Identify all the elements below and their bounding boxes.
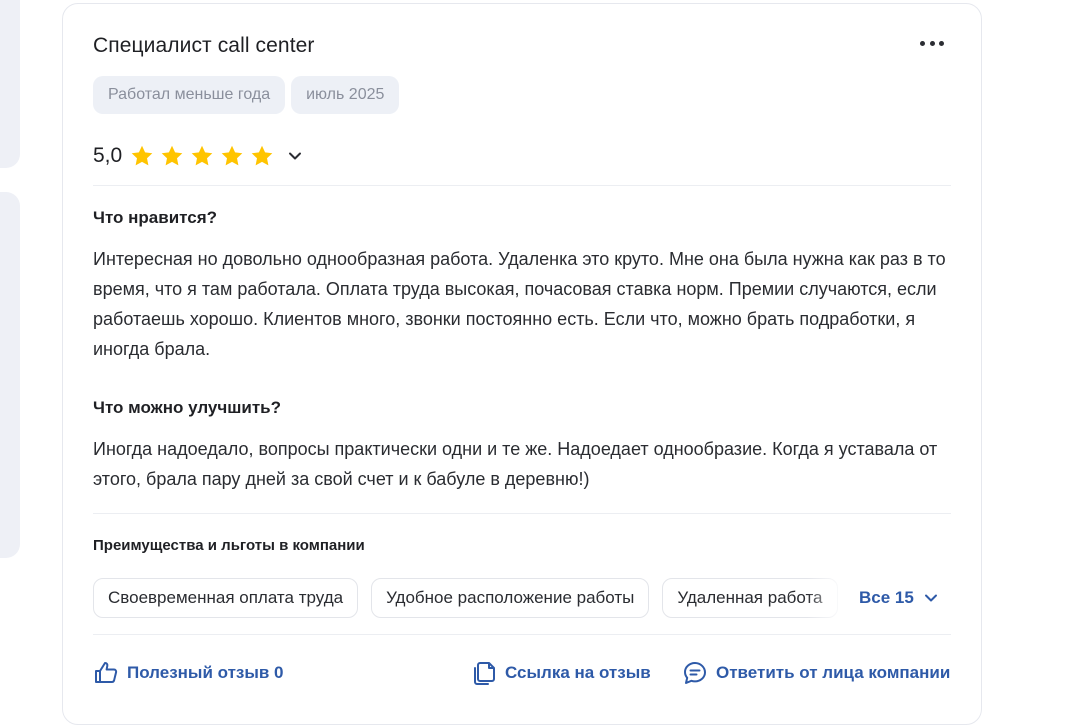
review-job-title: Специалист call center (93, 34, 315, 57)
more-options-button[interactable] (917, 32, 947, 54)
review-card: Специалист call center Работал меньше го… (62, 3, 982, 725)
copy-icon (474, 662, 495, 685)
star-shape (251, 145, 273, 166)
review-link-button[interactable]: Ссылка на отзыв (471, 660, 651, 686)
improve-text: Иногда надоедало, вопросы практически од… (93, 439, 938, 489)
rating-value: 5,0 (93, 144, 123, 167)
star-shape (191, 145, 213, 166)
benefits-row: Своевременная оплата труда Удобное распо… (93, 578, 951, 618)
likes-heading: Что нравится? (93, 208, 218, 227)
star-shape (131, 145, 153, 166)
benefit-chip: Своевременная оплата труда (93, 578, 359, 618)
chat-bubble-icon (684, 662, 706, 684)
benefit-chip: Удаленная работа (662, 578, 838, 618)
divider (93, 634, 951, 635)
star-icon (191, 145, 213, 166)
tag-employment-duration: Работал меньше года (93, 76, 286, 114)
helpful-review-label: Полезный отзыв 0 (127, 663, 284, 682)
chevron-down-icon (924, 594, 937, 602)
benefits-heading: Преимущества и льготы в компании (93, 537, 365, 554)
side-panel-bottom (0, 192, 20, 558)
side-panel-top (0, 0, 20, 168)
show-all-benefits-button[interactable]: Все 15 (859, 588, 940, 608)
star-shape (161, 145, 183, 166)
rating-row: 5,0 (93, 144, 304, 168)
star-shape (221, 145, 243, 166)
likes-text: Интересная но довольно однообразная рабо… (93, 249, 946, 359)
star-icon (131, 145, 153, 166)
more-dot-icon (920, 40, 925, 46)
reply-as-company-label: Ответить от лица компании (716, 663, 951, 682)
thumbs-up-icon (95, 662, 118, 683)
star-icon (161, 145, 183, 166)
star-icon (221, 145, 243, 166)
benefit-chip: Удобное расположение работы (371, 578, 650, 618)
review-link-label: Ссылка на отзыв (505, 663, 651, 682)
reply-as-company-button[interactable]: Ответить от лица компании (682, 660, 950, 686)
review-tags: Работал меньше года июль 2025 (93, 76, 400, 114)
show-all-benefits-label: Все 15 (859, 588, 914, 607)
tag-review-date: июль 2025 (291, 76, 400, 114)
chevron-down-icon[interactable] (286, 147, 304, 165)
more-dot-icon (939, 40, 944, 46)
rating-stars (130, 144, 274, 168)
divider (93, 513, 951, 514)
review-actions: Полезный отзыв 0 Ссылка на отзыв Ответит… (93, 660, 953, 688)
benefit-chip-list: Своевременная оплата труда Удобное распо… (93, 578, 847, 618)
helpful-review-button[interactable]: Полезный отзыв 0 (93, 660, 284, 686)
more-dot-icon (929, 40, 935, 46)
star-icon (251, 145, 273, 166)
divider (93, 185, 951, 186)
improve-heading: Что можно улучшить? (93, 398, 282, 417)
